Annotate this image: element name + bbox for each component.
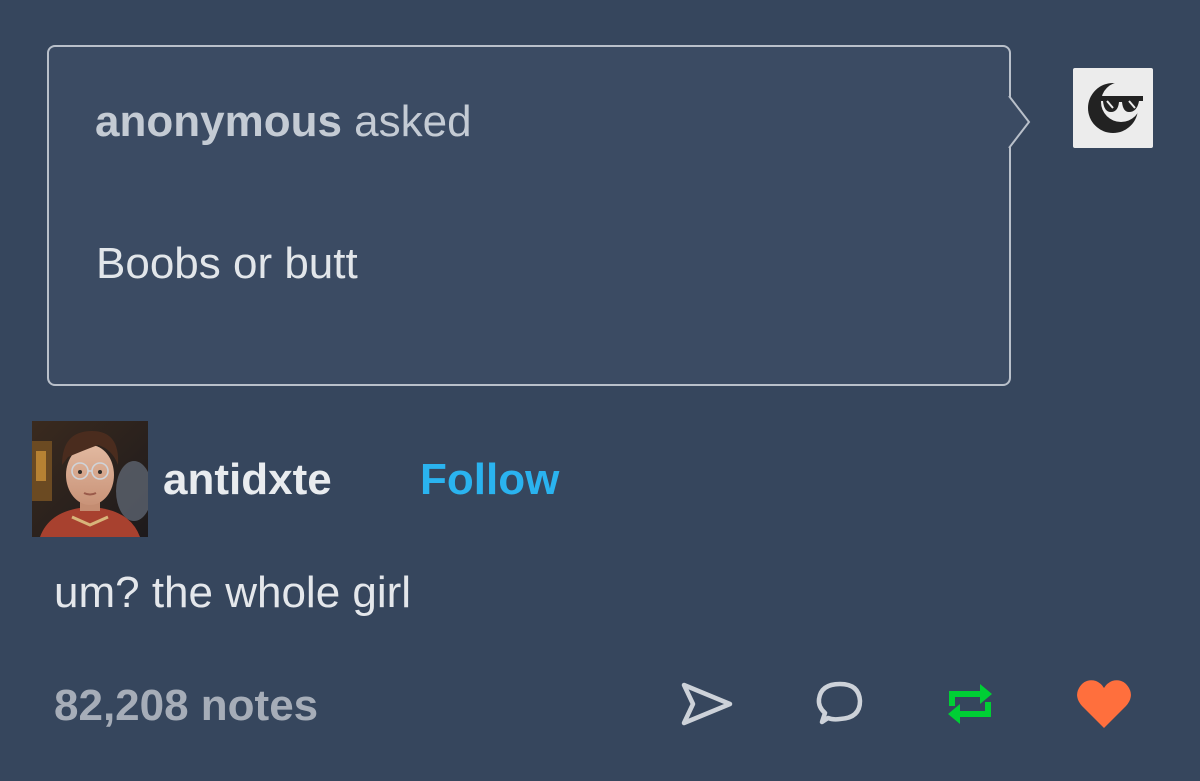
username-link[interactable]: antidxte <box>163 455 332 505</box>
asker-name: anonymous <box>95 97 342 146</box>
user-portrait-image <box>32 421 148 537</box>
like-button[interactable] <box>1072 672 1136 736</box>
avatar[interactable] <box>32 421 148 537</box>
reply-button[interactable] <box>807 672 871 736</box>
heart-icon <box>1077 680 1131 728</box>
notes-count[interactable]: 82,208 notes <box>54 681 318 731</box>
ask-box: anonymous asked Boobs or butt <box>47 45 1011 386</box>
share-button[interactable] <box>674 672 738 736</box>
anon-avatar[interactable] <box>1073 68 1153 148</box>
ask-header: anonymous asked <box>95 97 472 147</box>
ask-pointer <box>994 96 1031 148</box>
answer-text: um? the whole girl <box>54 568 412 617</box>
sunglasses-face-icon <box>1088 82 1143 133</box>
ask-verb: asked <box>354 97 472 146</box>
tumblr-post: anonymous asked Boobs or butt antidxte F… <box>0 0 1200 781</box>
speech-bubble-icon <box>816 681 863 725</box>
follow-button[interactable]: Follow <box>420 455 559 505</box>
paper-plane-icon <box>681 682 733 726</box>
ask-question: Boobs or butt <box>96 239 358 288</box>
reblog-icon <box>948 684 992 724</box>
reblog-button[interactable] <box>938 672 1002 736</box>
